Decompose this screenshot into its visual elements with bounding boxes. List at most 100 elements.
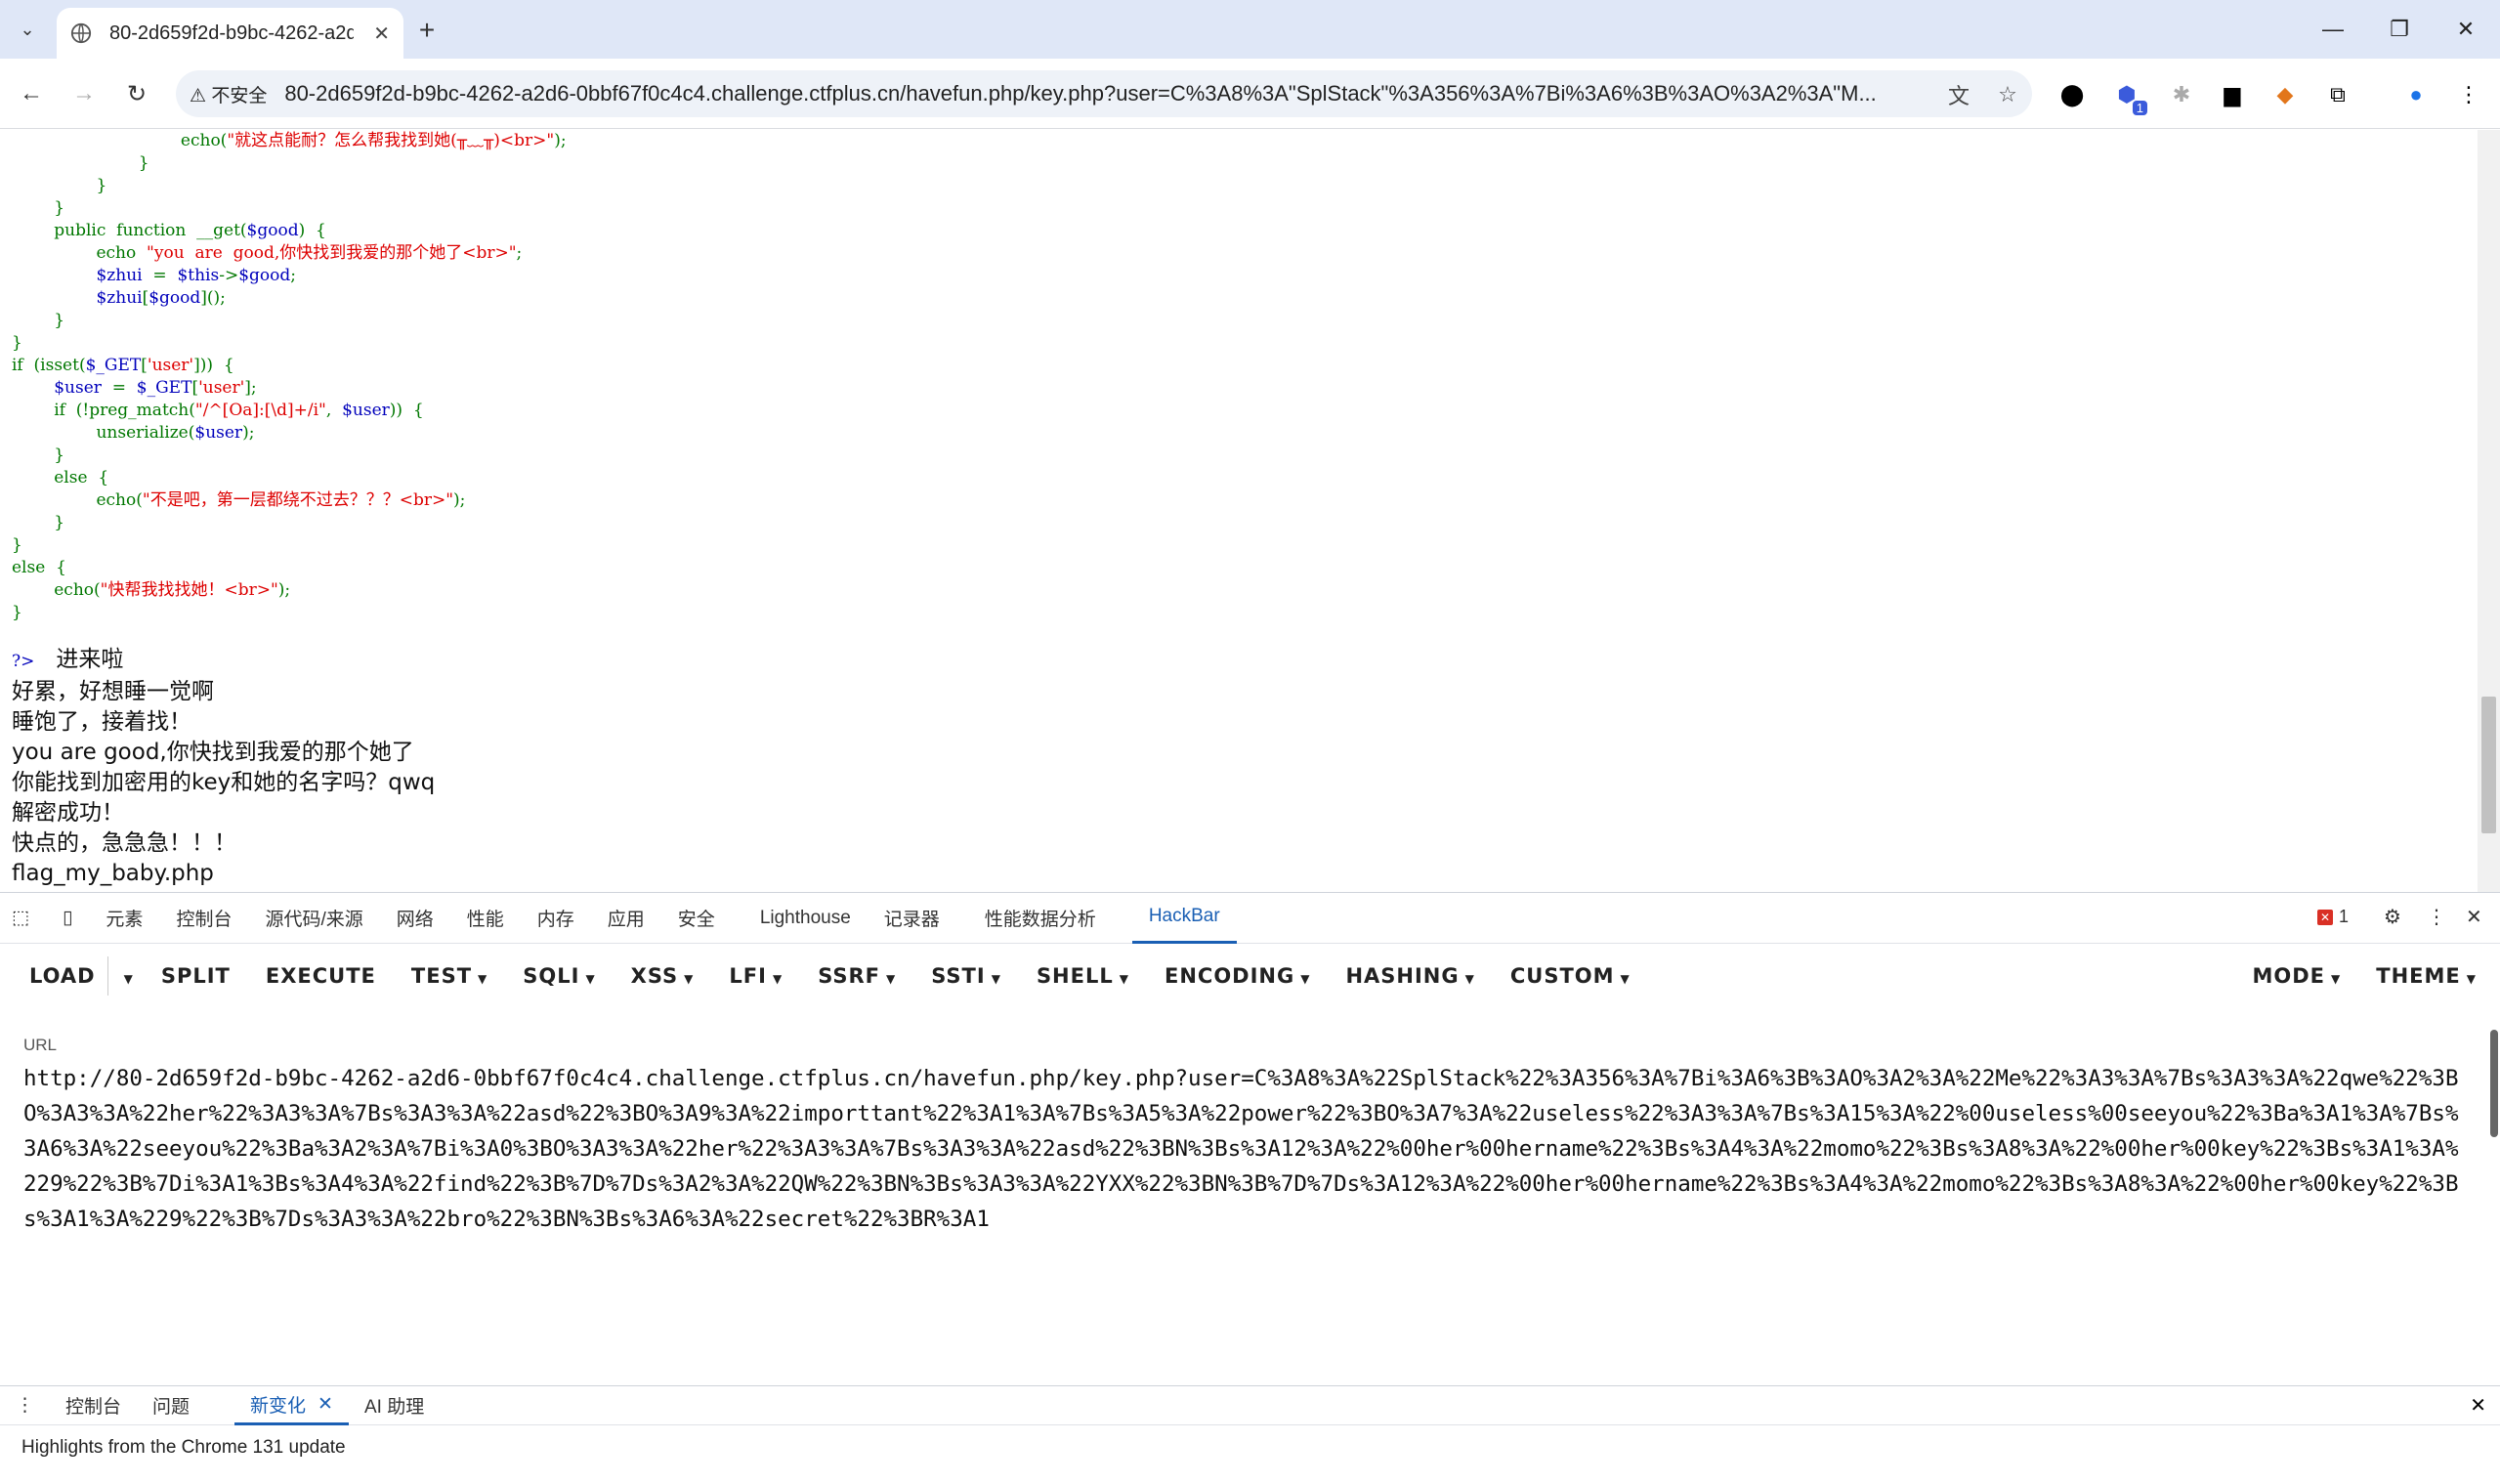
hackbar-theme-button[interactable]: THEME ▼ (2358, 964, 2500, 988)
code-line: } (12, 445, 567, 467)
extension-fox-icon[interactable]: ◆ (2268, 78, 2302, 111)
hackbar-shell-button[interactable]: SHELL ▼ (1019, 964, 1147, 988)
inspect-element-icon[interactable]: ⬚ (0, 893, 46, 944)
hackbar-button-label: XSS (630, 964, 679, 988)
device-toggle-icon[interactable]: ▯ (46, 893, 89, 944)
php-source: echo("就这点能耐？怎么帮我找到她(╥﹏╥)<br>"); } } } pu… (12, 130, 567, 624)
error-count-badge[interactable]: ✕ 1 (2317, 907, 2349, 927)
close-tab-icon[interactable]: ✕ (318, 1393, 333, 1416)
hackbar-lfi-button[interactable]: LFI ▼ (711, 964, 800, 988)
hackbar-button-label: EXECUTE (265, 964, 376, 988)
hackbar-scrollbar[interactable] (2490, 1020, 2500, 1279)
code-line: $zhui[$good](); (12, 287, 567, 310)
drawer-tab[interactable]: 新变化 ✕ (234, 1386, 349, 1425)
devtools-tab[interactable]: 网络 (380, 893, 450, 944)
bookmark-star-icon[interactable]: ☆ (1993, 80, 2022, 109)
code-token: ; (290, 266, 297, 285)
page-output: ?> 进来啦 好累，好想睡一觉啊 睡饱了，接着找！ you are good,你快找到我… (12, 645, 435, 889)
page-scrollbar[interactable] (2478, 130, 2500, 892)
code-token: ) { (298, 221, 326, 240)
code-token: "/^[Oa]:[\d]+/i" (194, 401, 326, 420)
devtools-tab[interactable]: 记录器 (868, 893, 956, 944)
hackbar-scroll-thumb[interactable] (2490, 1030, 2498, 1137)
caret-down-icon: ▼ (886, 972, 897, 986)
more-menu-icon[interactable]: ⋮ (2452, 78, 2485, 111)
devtools-tab[interactable]: 源代码/来源 (248, 893, 379, 944)
code-token: ); (453, 490, 466, 510)
security-indicator[interactable]: ⚠ 不安全 (190, 81, 267, 107)
drawer-menu-icon[interactable]: ⋮ (0, 1386, 50, 1425)
code-token: } (12, 535, 22, 555)
drawer-tab-list: 控制台 问题 新变化 ✕ AI 助理 (50, 1386, 440, 1425)
code-token: echo( (96, 490, 143, 510)
minimize-button[interactable]: — (2304, 10, 2362, 49)
tab-search-button[interactable]: ⌄ (10, 12, 45, 47)
hackbar-encoding-button[interactable]: ENCODING ▼ (1147, 964, 1328, 988)
hackbar-ssrf-button[interactable]: SSRF ▼ (800, 964, 913, 988)
profile-avatar-icon[interactable]: ● (2399, 78, 2433, 111)
extension-gear-icon[interactable]: ✱ (2165, 78, 2198, 111)
restore-button[interactable]: ❐ (2370, 10, 2429, 49)
hackbar-button-label: HASHING (1345, 964, 1460, 988)
code-token: $_GET (136, 378, 192, 398)
load-dropdown-toggle[interactable]: ▼ (108, 964, 144, 988)
devtools-drawer: ⋮ 控制台 问题 新变化 ✕ AI 助理 ✕ Highlights from the C… (0, 1385, 2500, 1484)
hackbar-sqli-button[interactable]: SQLI ▼ (505, 964, 613, 988)
code-token: "you are good,你快找到我爱的那个她了<br>" (147, 243, 517, 263)
translate-icon[interactable]: 文 (1944, 80, 1973, 109)
devtools-tab[interactable]: 元素 (89, 893, 159, 944)
devtools-tab[interactable]: 控制台 (159, 893, 248, 944)
devtools-tab[interactable]: 内存 (521, 893, 591, 944)
hackbar-hashing-button[interactable]: HASHING ▼ (1328, 964, 1492, 988)
code-token: $zhui (96, 288, 143, 308)
drawer-tab[interactable]: 问题 (137, 1386, 205, 1425)
php-close-tag: ?> (12, 652, 35, 671)
devtools-tab[interactable]: 安全 (661, 893, 732, 944)
hackbar-button-label: SPLIT (160, 964, 231, 988)
close-tab-icon[interactable]: ✕ (373, 21, 390, 46)
close-window-button[interactable]: ✕ (2436, 10, 2495, 49)
hackbar-execute-button[interactable]: EXECUTE (248, 964, 394, 988)
devtools-close-icon[interactable]: ✕ (2466, 905, 2482, 929)
code-line: } (12, 602, 567, 624)
devtools-tab[interactable]: 应用 (591, 893, 661, 944)
caret-down-icon: ▼ (2331, 972, 2342, 986)
hackbar-split-button[interactable]: SPLIT (144, 964, 248, 988)
devtools-tab[interactable]: 性能 (450, 893, 521, 944)
code-line: $user = $_GET['user']; (12, 377, 567, 400)
code-token: } (54, 445, 65, 465)
drawer-tab[interactable]: 控制台 (50, 1386, 137, 1425)
extension-circle-icon[interactable]: ⬤ (2055, 78, 2089, 111)
extension-spy-icon[interactable]: ▆ (2216, 78, 2249, 111)
hackbar-ssti-button[interactable]: SSTI ▼ (913, 964, 1019, 988)
code-token: ); (242, 423, 255, 443)
hackbar-mode-button[interactable]: MODE ▼ (2235, 964, 2359, 988)
caret-down-icon: ▼ (991, 972, 1001, 986)
extensions-puzzle-icon[interactable]: ⧉ (2321, 78, 2354, 111)
reload-button[interactable]: ↻ (117, 74, 156, 113)
forward-button[interactable]: → (64, 74, 104, 113)
hackbar-xss-button[interactable]: XSS ▼ (614, 964, 712, 988)
new-tab-button[interactable]: + (410, 14, 444, 47)
devtools-tab[interactable]: 性能数据分析 (968, 893, 1113, 944)
back-button[interactable]: ← (12, 74, 51, 113)
code-token: 'user' (198, 378, 245, 398)
caret-down-icon: ▼ (1300, 972, 1311, 986)
browser-tab[interactable]: 80-2d659f2d-b9bc-4262-a2d6 ✕ (57, 8, 403, 59)
page-scroll-thumb[interactable] (2481, 697, 2496, 833)
hackbar-url-input[interactable]: http://80-2d659f2d-b9bc-4262-a2d6-0bbf67… (23, 1061, 2466, 1295)
hackbar-custom-button[interactable]: CUSTOM ▼ (1493, 964, 1648, 988)
hackbar-load-button[interactable]: LOAD (0, 964, 107, 988)
extension-hackbar-icon[interactable]: ⬢ 1 (2110, 78, 2147, 115)
code-line: } (12, 197, 567, 220)
devtools-more-icon[interactable]: ⋮ (2427, 905, 2446, 929)
devtools-settings-icon[interactable]: ⚙ (2384, 905, 2401, 929)
drawer-tab[interactable]: AI 助理 (349, 1386, 440, 1425)
drawer-close-icon[interactable]: ✕ (2470, 1393, 2486, 1418)
devtools-tab[interactable]: HackBar (1131, 893, 1237, 944)
code-token: if (!preg_match( (54, 401, 195, 420)
address-bar[interactable]: ⚠ 不安全 80-2d659f2d-b9bc-4262-a2d6-0bbf67f… (176, 70, 2032, 117)
output-line: 解密成功！ (12, 798, 435, 828)
hackbar-test-button[interactable]: TEST ▼ (394, 964, 505, 988)
devtools-tab[interactable]: Lighthouse (743, 893, 868, 944)
